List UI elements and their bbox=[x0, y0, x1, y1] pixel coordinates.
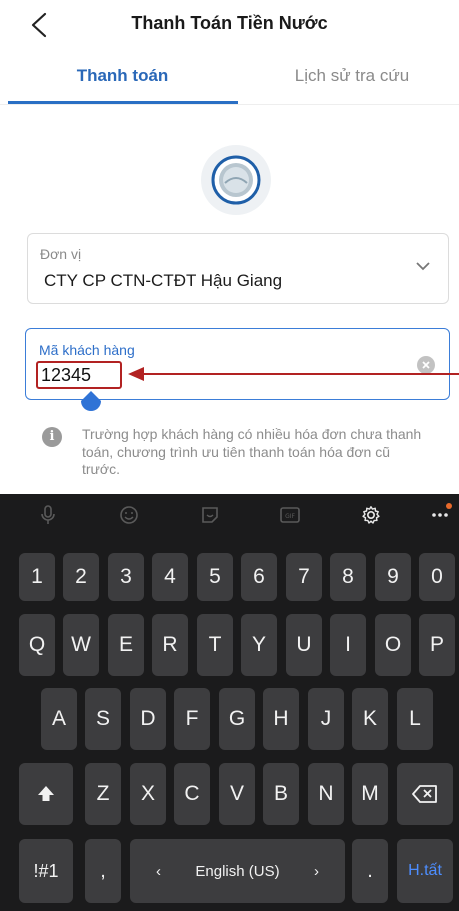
backspace-key[interactable] bbox=[397, 763, 453, 825]
key-i[interactable]: I bbox=[330, 614, 366, 676]
tab-bar: Thanh toán Lịch sử tra cứu bbox=[0, 52, 459, 105]
symbols-key[interactable]: !#1 bbox=[19, 839, 73, 903]
text-cursor-handle[interactable] bbox=[79, 389, 103, 413]
sticker-icon[interactable] bbox=[200, 505, 220, 525]
key-z[interactable]: Z bbox=[85, 763, 121, 825]
key-b[interactable]: B bbox=[263, 763, 299, 825]
key-r[interactable]: R bbox=[152, 614, 188, 676]
shift-icon bbox=[38, 786, 54, 801]
unit-label: Đơn vị bbox=[40, 246, 82, 262]
info-note: Trường hợp khách hàng có nhiều hóa đơn c… bbox=[82, 426, 422, 477]
key-5[interactable]: 5 bbox=[197, 553, 233, 601]
gif-icon[interactable]: GIF bbox=[280, 505, 300, 525]
key-v[interactable]: V bbox=[219, 763, 255, 825]
microphone-icon[interactable] bbox=[38, 505, 58, 525]
on-screen-keyboard: GIF 1 2 3 4 5 6 7 8 9 0 Q W E R T Y U I … bbox=[0, 494, 459, 911]
key-q[interactable]: Q bbox=[19, 614, 55, 676]
language-prev-icon: ‹ bbox=[156, 862, 161, 880]
key-f[interactable]: F bbox=[174, 688, 210, 750]
gear-icon[interactable] bbox=[361, 505, 381, 525]
key-c[interactable]: C bbox=[174, 763, 210, 825]
shift-key[interactable] bbox=[19, 763, 73, 825]
customer-code-label: Mã khách hàng bbox=[39, 342, 135, 358]
space-language-label: English (US) bbox=[195, 862, 280, 880]
key-w[interactable]: W bbox=[63, 614, 99, 676]
period-key[interactable]: . bbox=[352, 839, 388, 903]
svg-text:GIF: GIF bbox=[285, 513, 295, 520]
language-next-icon: › bbox=[313, 862, 319, 880]
key-p[interactable]: P bbox=[419, 614, 455, 676]
key-0[interactable]: 0 bbox=[419, 553, 455, 601]
key-1[interactable]: 1 bbox=[19, 553, 55, 601]
key-8[interactable]: 8 bbox=[330, 553, 366, 601]
key-t[interactable]: T bbox=[197, 614, 233, 676]
key-7[interactable]: 7 bbox=[286, 553, 322, 601]
comma-key[interactable]: , bbox=[85, 839, 121, 903]
space-key[interactable]: ‹ English (US) › bbox=[130, 839, 345, 903]
enter-key[interactable]: H.tất bbox=[397, 839, 453, 903]
key-s[interactable]: S bbox=[85, 688, 121, 750]
key-u[interactable]: U bbox=[286, 614, 322, 676]
key-n[interactable]: N bbox=[308, 763, 344, 825]
key-3[interactable]: 3 bbox=[108, 553, 144, 601]
chevron-down-icon bbox=[416, 262, 430, 271]
key-d[interactable]: D bbox=[130, 688, 166, 750]
info-icon: i bbox=[42, 427, 62, 447]
key-g[interactable]: G bbox=[219, 688, 255, 750]
emoji-icon[interactable] bbox=[119, 505, 139, 525]
unit-select[interactable]: Đơn vị CTY CP CTN-CTĐT Hậu Giang bbox=[27, 233, 449, 304]
key-x[interactable]: X bbox=[130, 763, 166, 825]
app-header: Thanh Toán Tiền Nước bbox=[0, 0, 459, 50]
page-title: Thanh Toán Tiền Nước bbox=[131, 13, 328, 33]
tab-lookup-history[interactable]: Lịch sử tra cứu bbox=[245, 66, 459, 86]
tab-divider bbox=[0, 104, 459, 105]
annotation-arrow bbox=[128, 367, 459, 381]
backspace-icon bbox=[412, 785, 437, 803]
key-6[interactable]: 6 bbox=[241, 553, 277, 601]
key-m[interactable]: M bbox=[352, 763, 388, 825]
key-4[interactable]: 4 bbox=[152, 553, 188, 601]
key-e[interactable]: E bbox=[108, 614, 144, 676]
key-2[interactable]: 2 bbox=[63, 553, 99, 601]
key-a[interactable]: A bbox=[41, 688, 77, 750]
key-y[interactable]: Y bbox=[241, 614, 277, 676]
customer-code-input[interactable]: 12345 bbox=[36, 361, 122, 389]
key-9[interactable]: 9 bbox=[375, 553, 411, 601]
tab-payment[interactable]: Thanh toán bbox=[0, 66, 245, 86]
key-j[interactable]: J bbox=[308, 688, 344, 750]
unit-value: CTY CP CTN-CTĐT Hậu Giang bbox=[44, 271, 283, 290]
key-o[interactable]: O bbox=[375, 614, 411, 676]
key-l[interactable]: L bbox=[397, 688, 433, 750]
key-k[interactable]: K bbox=[352, 688, 388, 750]
water-company-logo bbox=[201, 145, 271, 215]
notification-dot bbox=[446, 503, 452, 509]
keyboard-toolbar: GIF bbox=[0, 494, 459, 536]
key-h[interactable]: H bbox=[263, 688, 299, 750]
